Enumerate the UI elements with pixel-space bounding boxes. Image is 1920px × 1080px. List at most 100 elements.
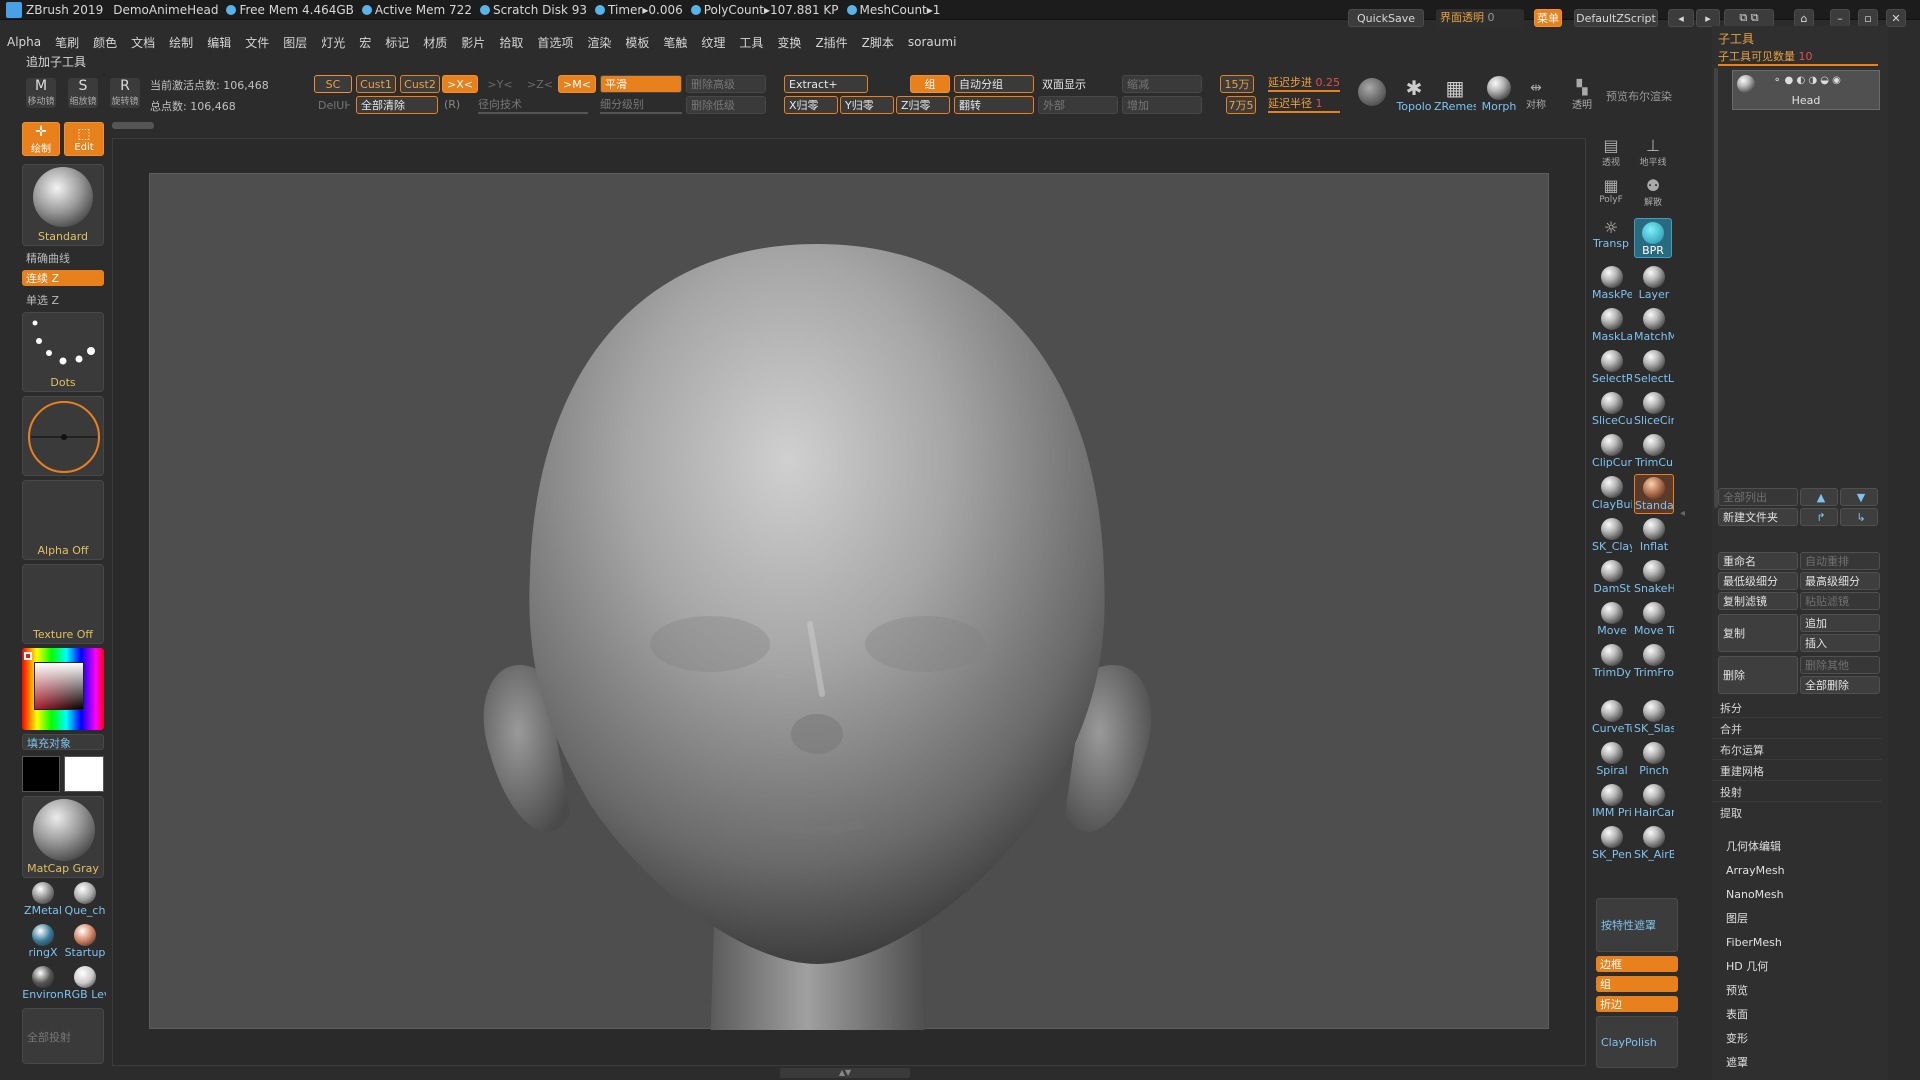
menu-item[interactable]: soraumi [901, 35, 964, 49]
shelf-brush-button[interactable]: MaskLa [1592, 306, 1632, 346]
delete-other-button[interactable]: 删除其他 [1800, 656, 1880, 674]
insert-button[interactable]: 插入 [1800, 634, 1880, 652]
rotate-mirror-button[interactable]: R 旋转镜 [110, 78, 140, 108]
menu-item[interactable]: 笔触 [656, 34, 694, 51]
tool-section-item[interactable]: FiberMesh [1712, 930, 1882, 954]
delete-higher-button[interactable]: 删除高级 [686, 75, 766, 93]
floor-button[interactable]: ⊥ 地平线 [1634, 136, 1672, 172]
material-swatch[interactable]: ZMetal [22, 880, 64, 922]
group-button[interactable]: 组 [910, 75, 950, 93]
menu-item[interactable]: 绘制 [162, 34, 200, 51]
menu-item[interactable]: 灯光 [314, 34, 352, 51]
shelf-brush-button[interactable]: MaskPe [1592, 264, 1632, 304]
menu-item[interactable]: 标记 [378, 34, 416, 51]
edit-mode-button[interactable]: ⬚ Edit [64, 122, 104, 156]
duplicate-button[interactable]: 复制 [1718, 614, 1798, 652]
shelf-brush-button[interactable]: ClipCur [1592, 432, 1632, 472]
menu-item[interactable]: 纹理 [694, 34, 732, 51]
menu-item[interactable]: Z插件 [808, 34, 854, 51]
copy-filter-button[interactable]: 复制滤镜 [1718, 592, 1798, 610]
split-menu[interactable]: 拆分 [1712, 698, 1882, 718]
symmetry-button[interactable]: ⇹ 对称 [1520, 80, 1552, 114]
shelf-brush-button[interactable]: Spiral [1592, 740, 1632, 780]
sc-button[interactable]: SC [314, 75, 352, 93]
subdiv-level-slider[interactable]: 细分级别 [600, 96, 682, 114]
shelf-brush-button[interactable]: SliceCir [1634, 390, 1674, 430]
menu-item[interactable]: 渲染 [580, 34, 618, 51]
canvas-area[interactable] [112, 138, 1586, 1066]
claypolish-button[interactable]: ClayPolish [1596, 1016, 1678, 1068]
delete-all-button[interactable]: 全部删除 [1800, 676, 1880, 694]
auto-group-button[interactable]: 自动分组 [954, 75, 1034, 93]
tool-section-item[interactable]: 预览 [1712, 978, 1882, 1002]
menu-item[interactable]: 模板 [618, 34, 656, 51]
material-swatch[interactable]: Que_ch [64, 880, 106, 922]
tool-section-item[interactable]: 几何体编辑 [1712, 834, 1882, 858]
lowest-subdiv-button[interactable]: 最低级细分 [1718, 572, 1798, 590]
cust1-button[interactable]: Cust1 [356, 75, 396, 93]
list-all-button[interactable]: 全部列出 [1718, 488, 1798, 506]
material-swatch[interactable]: Startup [64, 922, 106, 964]
all-project-button[interactable]: 全部投射 [22, 1008, 104, 1064]
append-button[interactable]: 追加 [1800, 614, 1880, 632]
rename-button[interactable]: 重命名 [1718, 552, 1798, 570]
scrollbar-handle[interactable] [112, 122, 154, 129]
shelf-brush-button[interactable]: TrimDy [1592, 642, 1632, 682]
texture-selector[interactable]: Texture Off [22, 564, 104, 644]
outside-button[interactable]: 外部 [1038, 96, 1118, 114]
color-picker[interactable] [22, 648, 104, 730]
quicksave-button[interactable]: QuickSave [1348, 9, 1424, 27]
visible-count-slider[interactable]: 子工具可见数量 10 [1718, 48, 1878, 66]
shelf-brush-button[interactable]: Layer [1634, 264, 1674, 304]
transp-button[interactable]: ☼ Transp [1592, 218, 1630, 258]
material-selector[interactable]: MatCap Gray [22, 796, 104, 878]
shelf-brush-button[interactable]: Move To [1634, 600, 1674, 640]
lazy-radius-slider[interactable]: 延迟半径 1 [1268, 95, 1340, 113]
shelf-collapse-icon[interactable]: ◂ [1680, 508, 1690, 558]
auto-reorder-button[interactable]: 自动重排 [1800, 552, 1880, 570]
shelf-brush-button[interactable]: TrimFro [1634, 642, 1674, 682]
tool-section-item[interactable]: ArrayMesh [1712, 858, 1882, 882]
menu-item[interactable]: 拾取 [492, 34, 530, 51]
arrow-down-right-icon[interactable]: ↳ [1840, 508, 1878, 526]
minimize-icon[interactable]: – [1830, 9, 1850, 27]
shelf-brush-button[interactable]: SelectR [1592, 348, 1632, 388]
project-menu[interactable]: 投射 [1712, 782, 1882, 802]
menu-button[interactable]: 菜单 [1534, 9, 1562, 27]
material-swatch[interactable]: Environ [22, 964, 64, 1006]
double-sided-button[interactable]: 双面显示 [1038, 75, 1118, 93]
shelf-brush-button[interactable]: SnakeH [1634, 558, 1674, 598]
z-symmetry-button[interactable]: >Z< [522, 75, 558, 93]
tool-section-item[interactable]: HD 几何 [1712, 954, 1882, 978]
x-zero-button[interactable]: X归零 [784, 96, 838, 114]
tool-section-item[interactable]: 图层 [1712, 906, 1882, 930]
stroke-selector[interactable]: Dots [22, 312, 104, 392]
menu-item[interactable]: 影片 [454, 34, 492, 51]
shelf-brush-button[interactable]: ClayBui [1592, 474, 1632, 514]
tool-section-item[interactable]: NanoMesh [1712, 882, 1882, 906]
extract-button[interactable]: Extract+ [784, 75, 868, 93]
shelf-brush-button[interactable]: Move [1592, 600, 1632, 640]
delete-button[interactable]: 删除 [1718, 656, 1798, 694]
paste-filter-button[interactable]: 粘贴滤镜 [1800, 592, 1880, 610]
deluh-button[interactable]: DelUH [314, 96, 350, 114]
y-zero-button[interactable]: Y归零 [840, 96, 894, 114]
menu-item[interactable]: 首选项 [530, 34, 580, 51]
clear-all-button[interactable]: 全部清除 [356, 96, 438, 114]
crease-toggle[interactable]: 折边 [1596, 996, 1678, 1012]
m-symmetry-button[interactable]: >M< [558, 75, 596, 93]
menu-item[interactable]: 文档 [124, 34, 162, 51]
polyframe-button[interactable]: ▦ PolyF [1592, 176, 1630, 212]
ui-transparency-slider[interactable]: 界面透明 0 [1436, 9, 1524, 27]
menu-item[interactable]: 颜色 [86, 34, 124, 51]
menu-item[interactable]: 变换 [770, 34, 808, 51]
subtool-title[interactable]: 子工具 [1718, 30, 1754, 47]
move-mirror-button[interactable]: M 移动镜 [26, 78, 56, 108]
zremesher-button[interactable]: ▦ ZRemes [1434, 76, 1476, 116]
shelf-brush-button[interactable]: SK_Clay [1592, 516, 1632, 556]
color-saturation-square[interactable] [34, 662, 84, 710]
menu-item[interactable]: 笔刷 [48, 34, 86, 51]
scale-mirror-button[interactable]: S 缩放镜 [68, 78, 98, 108]
subtool-item-head[interactable]: ⚬ ● ◐ ◑ ◒ ◉ Head [1732, 70, 1880, 110]
menu-item[interactable]: 编辑 [200, 34, 238, 51]
